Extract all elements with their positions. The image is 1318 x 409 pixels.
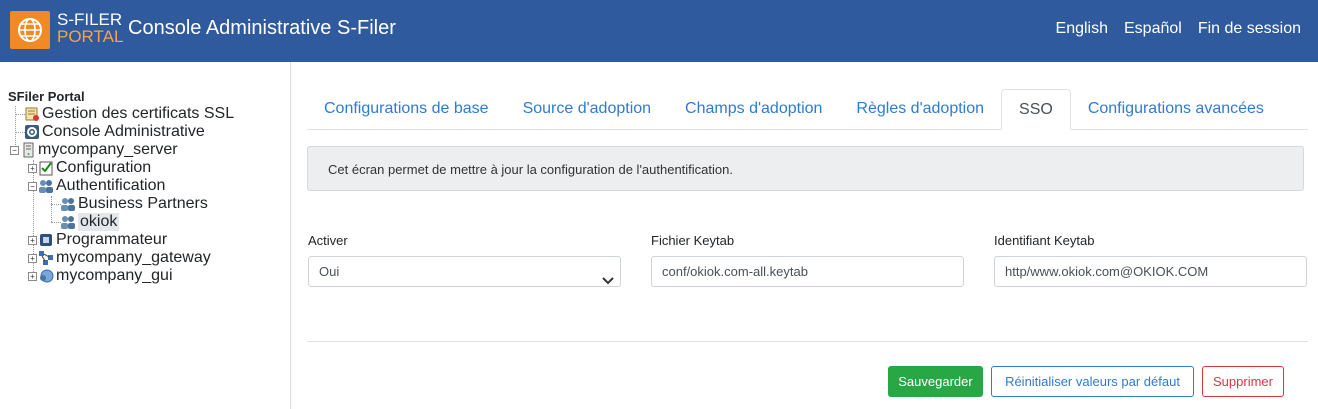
delete-button[interactable]: Supprimer xyxy=(1202,366,1284,397)
tree-node-mycompany-gui[interactable]: + mycompany_gui xyxy=(28,267,173,285)
logout-link[interactable]: Fin de session xyxy=(1198,20,1301,38)
tree-node-okiok[interactable]: okiok xyxy=(60,213,120,231)
tree-node-authentification[interactable]: − Authentification xyxy=(28,177,165,195)
expand-icon[interactable]: + xyxy=(28,235,37,245)
info-alert: Cet écran permet de mettre à jour la con… xyxy=(307,146,1304,191)
tree-node-configuration[interactable]: + Configuration xyxy=(28,159,151,177)
activer-select-value: Oui xyxy=(319,264,340,279)
collapse-icon[interactable]: − xyxy=(28,181,37,191)
tree-node-label: Configuration xyxy=(56,159,152,176)
sfiler-logo-icon xyxy=(10,11,50,49)
chevron-down-icon xyxy=(602,267,614,296)
espanol-link[interactable]: Español xyxy=(1124,20,1182,38)
keytab-id-label: Identifiant Keytab xyxy=(994,233,1095,248)
certificate-icon xyxy=(24,106,40,122)
english-link[interactable]: English xyxy=(1056,20,1108,38)
gear-icon xyxy=(24,124,40,140)
sidebar-tree-panel: SFiler Portal Gestion des certificats SS… xyxy=(0,62,291,409)
tab-champs-adoption[interactable]: Champs d'adoption xyxy=(668,89,839,130)
tab-bar: Configurations de base Source d'adoption… xyxy=(307,89,1308,130)
tree-node-label: Console Administrative xyxy=(42,123,205,140)
save-button[interactable]: Sauvegarder xyxy=(888,366,983,397)
reset-defaults-button[interactable]: Réinitialiser valeurs par défaut xyxy=(991,366,1194,397)
scheduler-icon xyxy=(38,232,54,248)
server-icon xyxy=(20,142,36,158)
tab-configurations-de-base[interactable]: Configurations de base xyxy=(307,89,506,130)
logo-line2: PORTAL xyxy=(57,27,124,46)
header-links: English Español Fin de session xyxy=(1056,20,1301,38)
top-header: S-FILER PORTAL Console Administrative S-… xyxy=(0,0,1318,62)
tree-node-ssl-certificates[interactable]: Gestion des certificats SSL xyxy=(24,105,234,123)
keytab-file-input[interactable]: conf/okiok.com-all.keytab xyxy=(651,256,964,287)
form-divider xyxy=(307,341,1308,342)
users-icon xyxy=(60,196,76,212)
activer-label: Activer xyxy=(308,233,348,248)
tab-sso[interactable]: SSO xyxy=(1001,89,1071,130)
tree-node-label: Authentification xyxy=(56,177,166,194)
network-icon xyxy=(38,250,54,266)
globe-user-icon xyxy=(38,268,54,284)
tree-node-label: okiok xyxy=(78,213,120,231)
tab-configurations-avancees[interactable]: Configurations avancées xyxy=(1071,89,1281,130)
expand-icon[interactable]: + xyxy=(28,253,37,263)
expand-icon[interactable]: + xyxy=(28,271,37,281)
tab-source-adoption[interactable]: Source d'adoption xyxy=(506,89,668,130)
users-icon xyxy=(38,178,54,194)
tree-node-label: Gestion des certificats SSL xyxy=(42,105,235,122)
tree-node-business-partners[interactable]: Business Partners xyxy=(60,195,208,213)
tree-root[interactable]: SFiler Portal xyxy=(8,88,85,106)
tree-node-label: mycompany_gateway xyxy=(56,249,211,266)
tree-node-mycompany-server[interactable]: − mycompany_server xyxy=(10,141,178,159)
tree-node-label: mycompany_gui xyxy=(56,267,173,284)
logo-line1: S-FILER xyxy=(57,10,123,29)
expand-icon[interactable]: + xyxy=(28,163,37,173)
activer-select[interactable]: Oui xyxy=(308,256,621,287)
tree-node-label: Programmateur xyxy=(56,231,168,248)
tree-node-programmateur[interactable]: + Programmateur xyxy=(28,231,167,249)
logo-text: S-FILER PORTAL xyxy=(57,11,123,45)
collapse-icon[interactable]: − xyxy=(10,145,19,155)
checklist-icon xyxy=(38,160,54,176)
tree-node-mycompany-gateway[interactable]: + mycompany_gateway xyxy=(28,249,211,267)
users-icon xyxy=(60,214,76,230)
keytab-id-input[interactable]: http/www.okiok.com@OKIOK.COM xyxy=(994,256,1307,287)
page-title: Console Administrative S-Filer xyxy=(128,17,396,39)
tree: SFiler Portal xyxy=(8,88,85,106)
keytab-file-label: Fichier Keytab xyxy=(651,233,735,248)
tab-regles-adoption[interactable]: Règles d'adoption xyxy=(839,89,1001,130)
tree-node-label: Business Partners xyxy=(78,195,208,212)
tree-node-label: mycompany_server xyxy=(38,141,178,158)
tree-node-admin-console[interactable]: Console Administrative xyxy=(24,123,205,141)
